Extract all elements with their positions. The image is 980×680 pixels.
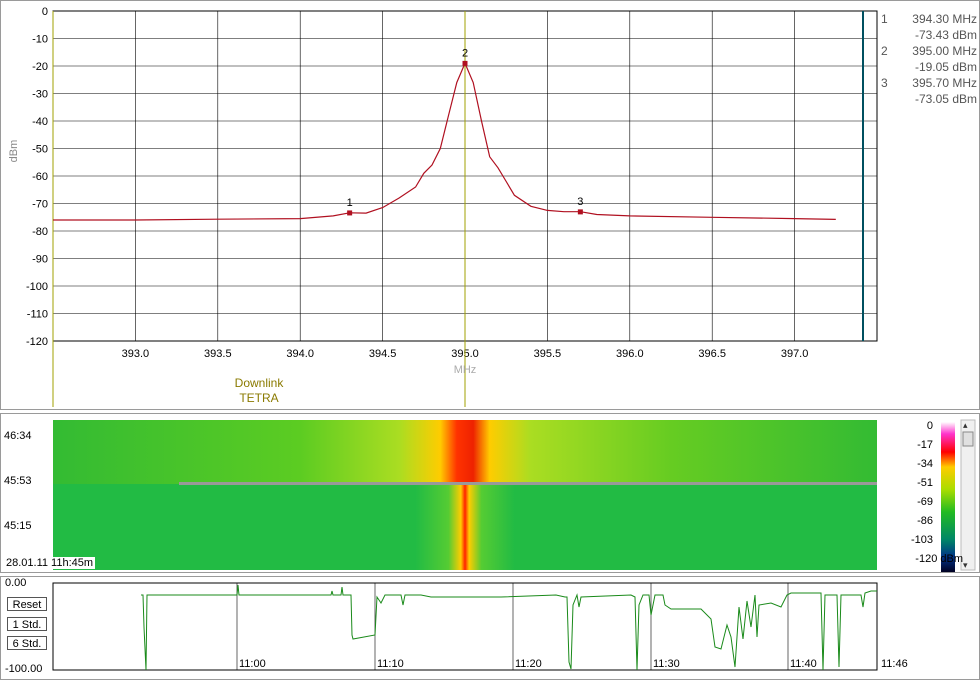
one-std-button[interactable]: 1 Std. (7, 617, 47, 631)
y-tick-label: 0 (42, 6, 48, 18)
y-tick-label: -90 (32, 254, 48, 266)
y-tick-label: -30 (32, 89, 48, 101)
scroll-down-icon[interactable]: ▾ (963, 560, 968, 570)
colorbar-label: -69 (917, 496, 933, 508)
waterfall-old-block (53, 484, 877, 570)
marker-readout-level: -73.43 dBm (914, 28, 977, 42)
x-tick-label: 394.5 (369, 348, 397, 360)
marker-label: 3 (577, 196, 583, 208)
reset-button[interactable]: Reset (7, 597, 47, 611)
history-time-label: 11:46 (881, 658, 908, 670)
marker-label: 2 (462, 47, 468, 59)
waterfall-divider (179, 482, 877, 485)
y-tick-label: -80 (32, 226, 48, 238)
history-time-label: 11:20 (515, 658, 542, 670)
marker-point[interactable] (577, 209, 583, 215)
scroll-up-icon[interactable]: ▴ (963, 420, 968, 430)
history-time-label: 11:30 (653, 658, 680, 670)
y-tick-label: -60 (32, 171, 48, 183)
x-tick-label: 396.0 (616, 348, 644, 360)
marker-readout-id: 2 (881, 44, 888, 58)
marker-label: 1 (347, 197, 353, 209)
marker-readout-3: 3 395.70 MHz -73.05 dBm (881, 75, 977, 107)
colorbar-label: 0 (926, 420, 933, 432)
colorbar-label: -34 (917, 458, 933, 470)
colorbar-label: -51 (917, 477, 933, 489)
marker-readout-id: 3 (881, 76, 888, 90)
y-tick-label: -70 (32, 199, 48, 211)
y-tick-label: -50 (32, 144, 48, 156)
marker-readout: 1 394.30 MHz -73.43 dBm 2 395.00 MHz -19… (881, 11, 977, 111)
colorbar-label: -120 dBm (915, 553, 963, 565)
history-time-label: 11:40 (790, 658, 817, 670)
marker-readout-level: -19.05 dBm (914, 60, 977, 74)
y-tick-label: -120 (26, 336, 48, 348)
band-label: Downlink (235, 376, 285, 390)
waterfall-time: 45:15 (4, 520, 32, 532)
y-tick-label: -110 (27, 309, 48, 321)
marker-readout-freq: 394.30 MHz (912, 12, 977, 26)
history-ytop-label: 0.00 (5, 577, 27, 589)
history-time-label: 11:10 (377, 658, 404, 670)
y-axis-label: dBm (8, 140, 20, 163)
x-tick-label: 397.0 (781, 348, 809, 360)
history-chart[interactable]: 11:00 11:10 11:20 11:30 11:40 11:46 (1, 577, 979, 679)
waterfall-timestamp: 28.01.11 11h:45m (4, 557, 96, 569)
x-tick-label: 393.5 (204, 348, 232, 360)
marker-readout-freq: 395.00 MHz (912, 44, 977, 58)
x-tick-label: 394.0 (286, 348, 314, 360)
marker-readout-freq: 395.70 MHz (912, 76, 977, 90)
y-tick-label: -100 (26, 281, 48, 293)
colorbar-label: -86 (917, 515, 933, 527)
x-tick-label: 395.5 (534, 348, 562, 360)
waterfall-panel: ▾ ▴ 46:34 45:53 45:15 28.01.11 11h:45m 0… (0, 413, 980, 573)
x-tick-label: 396.5 (698, 348, 726, 360)
marker-readout-id: 1 (881, 12, 888, 26)
band-label: TETRA (239, 391, 278, 405)
waterfall-time: 46:34 (4, 430, 32, 442)
colorbar-label: -103 (910, 534, 933, 546)
marker-readout-level: -73.05 dBm (914, 92, 977, 106)
y-tick-label: -20 (32, 61, 48, 73)
waterfall-chart[interactable]: ▾ ▴ (1, 414, 979, 572)
history-ybottom-label: -100.00 (5, 663, 43, 675)
marker-readout-2: 2 395.00 MHz -19.05 dBm (881, 43, 977, 75)
waterfall-recent-block (53, 420, 877, 484)
y-tick-label: -40 (32, 116, 48, 128)
marker-point[interactable] (347, 210, 353, 216)
waterfall-time: 45:53 (4, 475, 32, 487)
history-plot-area (52, 582, 878, 671)
history-time-label: 11:00 (239, 658, 266, 670)
spectrum-panel: 0 -10 -20 -30 -40 -50 -60 -70 -80 -90 -100 -110 -120… (0, 0, 980, 410)
history-panel: 11:00 11:10 11:20 11:30 11:40 11:46 0.00 -100… (0, 576, 980, 680)
colorbar (941, 422, 955, 572)
six-std-button[interactable]: 6 Std. (7, 636, 47, 650)
marker-point[interactable] (462, 60, 468, 66)
spectrum-chart[interactable]: 0 -10 -20 -30 -40 -50 -60 -70 -80 -90 -100 -110 -120… (1, 1, 979, 409)
marker-readout-1: 1 394.30 MHz -73.43 dBm (881, 11, 977, 43)
x-axis-label: MHz (454, 364, 477, 376)
colorbar-scroll-thumb[interactable] (962, 431, 974, 447)
y-tick-label: -10 (32, 34, 48, 46)
colorbar-label: -17 (917, 439, 933, 451)
x-tick-label: 393.0 (122, 348, 150, 360)
